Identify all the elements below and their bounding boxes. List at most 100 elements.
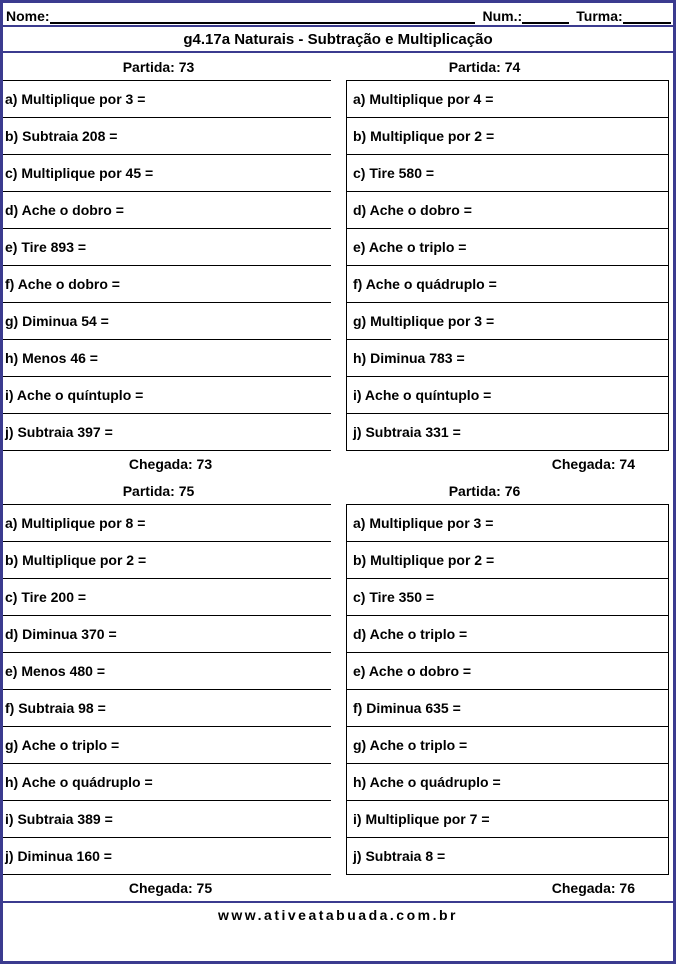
question-table-76: a) Multiplique por 3 = b) Multiplique po…	[346, 504, 669, 875]
question-item[interactable]: b) Subtraia 208 =	[3, 117, 331, 155]
footer-row: www.ativeatabuada.com.br	[3, 901, 673, 927]
page-title: g4.17a Naturais - Subtração e Multiplica…	[183, 30, 493, 48]
question-item[interactable]: f) Ache o quádruplo =	[346, 265, 669, 303]
table-row: c) Tire 200 =	[3, 578, 331, 616]
table-row: f) Subtraia 98 =	[3, 689, 331, 727]
question-item[interactable]: h) Ache o quádruplo =	[3, 763, 331, 801]
table-row: a) Multiplique por 8 =	[3, 504, 331, 542]
question-item[interactable]: j) Subtraia 397 =	[3, 413, 331, 451]
question-item[interactable]: e) Ache o triplo =	[346, 228, 669, 266]
question-item[interactable]: b) Multiplique por 2 =	[3, 541, 331, 579]
question-item[interactable]: b) Multiplique por 2 =	[346, 117, 669, 155]
partida-row-top: Partida: 73 Partida: 74	[3, 53, 673, 80]
table-row: i) Ache o quíntuplo =	[3, 376, 331, 414]
partida-heading-73: Partida: 73	[122, 58, 195, 75]
table-row: b) Multiplique por 2 =	[346, 541, 669, 579]
chegada-heading-73: Chegada: 73	[128, 456, 213, 472]
table-row: h) Diminua 783 =	[346, 339, 669, 377]
table-row: e) Menos 480 =	[3, 652, 331, 690]
num-label: Num.:	[482, 8, 523, 24]
question-item[interactable]: c) Tire 350 =	[346, 578, 669, 616]
turma-input-line[interactable]	[622, 9, 672, 24]
question-item[interactable]: i) Subtraia 389 =	[3, 800, 331, 838]
question-item[interactable]: f) Ache o dobro =	[3, 265, 331, 303]
table-row: i) Multiplique por 7 =	[346, 800, 669, 838]
question-table-73: a) Multiplique por 3 = b) Subtraia 208 =…	[3, 80, 331, 451]
table-row: b) Subtraia 208 =	[3, 117, 331, 155]
question-item[interactable]: f) Subtraia 98 =	[3, 689, 331, 727]
question-item[interactable]: d) Ache o triplo =	[346, 615, 669, 653]
question-item[interactable]: i) Ache o quíntuplo =	[346, 376, 669, 414]
partida-heading-75: Partida: 75	[122, 482, 195, 499]
question-item[interactable]: c) Tire 200 =	[3, 578, 331, 616]
table-row: h) Ache o quádruplo =	[3, 763, 331, 801]
table-row: e) Ache o triplo =	[346, 228, 669, 266]
worksheet-inner: Nome: Num.: Turma: g4.17a Naturais - Sub…	[3, 3, 673, 961]
table-row: i) Subtraia 389 =	[3, 800, 331, 838]
table-row: f) Diminua 635 =	[346, 689, 669, 727]
question-item[interactable]: e) Tire 893 =	[3, 228, 331, 266]
question-item[interactable]: h) Ache o quádruplo =	[346, 763, 669, 801]
question-item[interactable]: c) Multiplique por 45 =	[3, 154, 331, 192]
table-row: i) Ache o quíntuplo =	[346, 376, 669, 414]
student-info-row: Nome: Num.: Turma:	[3, 3, 673, 27]
exercise-tables-top: a) Multiplique por 3 = b) Subtraia 208 =…	[3, 80, 673, 451]
question-item[interactable]: e) Menos 480 =	[3, 652, 331, 690]
partida-heading-74: Partida: 74	[448, 58, 521, 75]
table-row: a) Multiplique por 3 =	[346, 504, 669, 542]
chegada-row-top: Chegada: 73 Chegada: 74	[3, 451, 673, 477]
question-item[interactable]: a) Multiplique por 4 =	[346, 80, 669, 118]
table-row: c) Tire 350 =	[346, 578, 669, 616]
table-row: h) Ache o quádruplo =	[346, 763, 669, 801]
question-item[interactable]: d) Diminua 370 =	[3, 615, 331, 653]
partida-heading-76: Partida: 76	[448, 482, 521, 499]
table-row: g) Ache o triplo =	[346, 726, 669, 764]
nome-input-line[interactable]	[49, 9, 475, 24]
question-item[interactable]: h) Diminua 783 =	[346, 339, 669, 377]
question-item[interactable]: j) Diminua 160 =	[3, 837, 331, 875]
question-item[interactable]: c) Tire 580 =	[346, 154, 669, 192]
table-row: b) Multiplique por 2 =	[346, 117, 669, 155]
question-item[interactable]: i) Multiplique por 7 =	[346, 800, 669, 838]
question-item[interactable]: a) Multiplique por 3 =	[346, 504, 669, 542]
table-row: h) Menos 46 =	[3, 339, 331, 377]
chegada-heading-74: Chegada: 74	[551, 456, 635, 472]
question-item[interactable]: f) Diminua 635 =	[346, 689, 669, 727]
table-row: d) Ache o triplo =	[346, 615, 669, 653]
chegada-heading-76: Chegada: 76	[551, 880, 635, 896]
table-row: j) Subtraia 397 =	[3, 413, 331, 451]
table-row: a) Multiplique por 4 =	[346, 80, 669, 118]
exercise-column-76: a) Multiplique por 3 = b) Multiplique po…	[338, 504, 673, 875]
nome-label: Nome:	[6, 8, 50, 24]
question-item[interactable]: g) Diminua 54 =	[3, 302, 331, 340]
question-item[interactable]: g) Ache o triplo =	[3, 726, 331, 764]
chegada-row-bottom: Chegada: 75 Chegada: 76	[3, 875, 673, 901]
question-item[interactable]: d) Ache o dobro =	[3, 191, 331, 229]
question-item[interactable]: i) Ache o quíntuplo =	[3, 376, 331, 414]
question-table-74: a) Multiplique por 4 = b) Multiplique po…	[346, 80, 669, 451]
turma-label: Turma:	[576, 8, 623, 24]
question-item[interactable]: a) Multiplique por 8 =	[3, 504, 331, 542]
question-item[interactable]: j) Subtraia 8 =	[346, 837, 669, 875]
table-row: d) Ache o dobro =	[3, 191, 331, 229]
worksheet-page: Nome: Num.: Turma: g4.17a Naturais - Sub…	[0, 0, 676, 964]
exercise-column-74: a) Multiplique por 4 = b) Multiplique po…	[338, 80, 673, 451]
question-item[interactable]: b) Multiplique por 2 =	[346, 541, 669, 579]
chegada-heading-75: Chegada: 75	[128, 880, 213, 896]
question-item[interactable]: e) Ache o dobro =	[346, 652, 669, 690]
question-table-75: a) Multiplique por 8 = b) Multiplique po…	[3, 504, 331, 875]
partida-row-bottom: Partida: 75 Partida: 76	[3, 477, 673, 504]
table-row: e) Tire 893 =	[3, 228, 331, 266]
question-item[interactable]: a) Multiplique por 3 =	[3, 80, 331, 118]
question-item[interactable]: g) Ache o triplo =	[346, 726, 669, 764]
question-item[interactable]: d) Ache o dobro =	[346, 191, 669, 229]
num-input-line[interactable]	[522, 9, 569, 24]
worksheet-title-row: g4.17a Naturais - Subtração e Multiplica…	[3, 27, 673, 53]
table-row: j) Diminua 160 =	[3, 837, 331, 875]
table-row: d) Diminua 370 =	[3, 615, 331, 653]
question-item[interactable]: g) Multiplique por 3 =	[346, 302, 669, 340]
exercise-column-73: a) Multiplique por 3 = b) Subtraia 208 =…	[3, 80, 338, 451]
question-item[interactable]: h) Menos 46 =	[3, 339, 331, 377]
question-item[interactable]: j) Subtraia 331 =	[346, 413, 669, 451]
table-row: f) Ache o quádruplo =	[346, 265, 669, 303]
